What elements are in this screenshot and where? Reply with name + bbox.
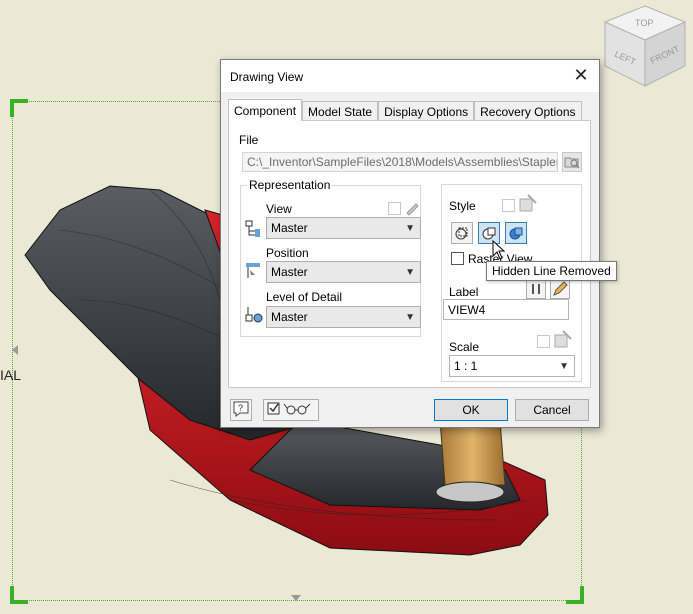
hidden-line-icon[interactable]: [451, 222, 473, 244]
label-title: Label: [449, 285, 479, 299]
view-corner-grip-top-left[interactable]: [10, 99, 28, 117]
drawing-view-dialog: Drawing View ✕ Component Model State Dis…: [220, 59, 617, 428]
level-of-detail-icon: [245, 307, 263, 323]
tab-model-state[interactable]: Model State: [302, 101, 379, 121]
label-visibility-icon[interactable]: [526, 279, 546, 299]
scale-from-base-checkbox[interactable]: [537, 335, 550, 348]
style-group: Style Raster View Label Scale 1: 1 ▼: [441, 184, 582, 382]
chevron-down-icon: ▼: [559, 361, 569, 372]
style-label: Style: [449, 199, 476, 213]
folder-open-icon[interactable]: [562, 152, 582, 172]
chevron-down-icon: ▼: [405, 223, 415, 234]
chevron-down-icon: ▼: [405, 267, 415, 278]
position-label: Position: [266, 246, 309, 260]
positional-representation-icon: [246, 263, 260, 278]
view-corner-grip-bottom-left[interactable]: [10, 586, 28, 604]
tab-strip: Component Model State Display Options Re…: [228, 99, 582, 121]
representation-group: Representation View Master ▼ Position Ma…: [240, 178, 421, 337]
view-corner-grip-bottom-right[interactable]: [566, 586, 584, 604]
style-from-base-checkbox[interactable]: [502, 199, 515, 212]
help-icon[interactable]: ?: [230, 399, 252, 421]
dialog-title: Drawing View: [230, 70, 304, 84]
left-arrow-icon[interactable]: [12, 345, 18, 355]
ok-button[interactable]: OK: [434, 399, 508, 421]
file-label: File: [239, 133, 259, 147]
label-field[interactable]: VIEW4: [443, 299, 569, 320]
edit-label-pencil-icon[interactable]: [550, 279, 570, 299]
viewcube-icon[interactable]: TOP LEFT FRONT: [600, 4, 690, 94]
tab-component[interactable]: Component: [228, 99, 303, 121]
level-of-detail-value: Master: [271, 310, 308, 324]
position-select[interactable]: Master ▼: [266, 261, 421, 283]
level-of-detail-label: Level of Detail: [266, 290, 343, 304]
file-path-field: C:\_Inventor\SampleFiles\2018\Models\Ass…: [242, 152, 558, 172]
style-from-base-icon: [519, 194, 537, 212]
tab-display-options[interactable]: Display Options: [378, 101, 475, 121]
view-rep-label: View: [266, 202, 292, 216]
position-value: Master: [271, 265, 308, 279]
cancel-button[interactable]: Cancel: [515, 399, 589, 421]
representation-title: Representation: [247, 178, 333, 192]
associative-icon: [406, 203, 419, 216]
tab-recovery-options[interactable]: Recovery Options: [474, 101, 582, 121]
view-rep-associative-checkbox[interactable]: [388, 202, 401, 215]
viewcube-top-label: TOP: [635, 18, 653, 28]
scale-label: Scale: [449, 340, 480, 354]
scale-value: 1 : 1: [454, 359, 478, 373]
preview-toggle[interactable]: [263, 399, 319, 421]
component-tab-panel: File C:\_Inventor\SampleFiles\2018\Model…: [228, 120, 591, 388]
close-icon[interactable]: ✕: [571, 66, 591, 86]
view-rep-select[interactable]: Master ▼: [266, 217, 421, 239]
view-representation-icon: [245, 220, 260, 237]
view-rep-value: Master: [271, 221, 308, 235]
mouse-pointer-icon: [492, 240, 506, 260]
scale-from-base-icon: [554, 330, 572, 348]
view-label-fragment: IAL: [0, 367, 22, 383]
down-arrow-icon[interactable]: [291, 595, 301, 601]
shaded-icon[interactable]: [505, 222, 527, 244]
chevron-down-icon: ▼: [405, 312, 415, 323]
level-of-detail-select[interactable]: Master ▼: [266, 306, 421, 328]
svg-text:?: ?: [238, 403, 243, 413]
raster-view-checkbox[interactable]: [451, 252, 464, 265]
hidden-line-removed-tooltip: Hidden Line Removed: [486, 261, 617, 281]
dialog-titlebar[interactable]: Drawing View ✕: [221, 60, 599, 92]
scale-select[interactable]: 1 : 1 ▼: [449, 355, 575, 377]
